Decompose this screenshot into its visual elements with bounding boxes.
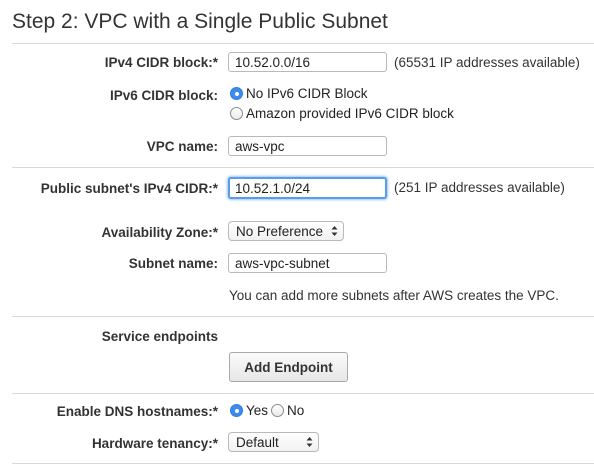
dns-yes-radio[interactable] — [230, 404, 243, 417]
public-subnet-cidr-label: Public subnet's IPv4 CIDR:* — [40, 181, 218, 196]
title-divider — [12, 43, 594, 44]
dns-option-yes[interactable]: Yes — [230, 403, 268, 418]
availability-zone-value: No Preference — [236, 223, 324, 239]
hardware-tenancy-select[interactable]: Default — [228, 432, 319, 452]
subnet-info-note: You can add more subnets after AWS creat… — [229, 288, 559, 303]
bottom-divider — [12, 463, 594, 464]
add-endpoint-button[interactable]: Add Endpoint — [229, 352, 348, 382]
ipv4-cidr-label: IPv4 CIDR block:* — [104, 55, 218, 70]
dns-hostnames-label: Enable DNS hostnames:* — [56, 404, 218, 419]
ipv6-option-none[interactable]: No IPv6 CIDR Block — [230, 86, 368, 101]
section-divider — [12, 167, 594, 168]
ipv6-cidr-label: IPv6 CIDR block: — [109, 88, 218, 103]
hardware-tenancy-value: Default — [236, 434, 279, 450]
dns-no-label: No — [287, 403, 305, 418]
availability-zone-label: Availability Zone:* — [101, 225, 218, 240]
dns-yes-label: Yes — [246, 403, 269, 418]
ipv6-none-label: No IPv6 CIDR Block — [246, 86, 368, 101]
section-divider — [12, 316, 594, 317]
dns-option-no[interactable]: No — [271, 403, 304, 418]
subnet-name-input[interactable] — [228, 253, 387, 273]
dns-no-radio[interactable] — [271, 404, 284, 417]
vpc-name-input[interactable] — [228, 136, 387, 156]
subnet-name-label: Subnet name: — [128, 256, 218, 271]
public-subnet-cidr-input[interactable] — [228, 177, 387, 199]
page-title: Step 2: VPC with a Single Public Subnet — [12, 10, 388, 33]
ipv4-cidr-note: (65531 IP addresses available) — [394, 55, 580, 70]
availability-zone-select[interactable]: No Preference — [228, 221, 344, 241]
vpc-name-label: VPC name: — [146, 139, 218, 154]
ipv6-none-radio[interactable] — [230, 87, 243, 100]
ipv6-amazon-radio[interactable] — [230, 107, 243, 120]
ipv6-amazon-label: Amazon provided IPv6 CIDR block — [246, 106, 454, 121]
select-arrows-icon — [331, 226, 338, 236]
select-arrows-icon — [306, 437, 313, 447]
public-subnet-cidr-note: (251 IP addresses available) — [394, 180, 565, 195]
service-endpoints-label: Service endpoints — [101, 329, 218, 344]
ipv4-cidr-input[interactable] — [228, 52, 387, 72]
hardware-tenancy-label: Hardware tenancy:* — [91, 436, 218, 451]
ipv6-option-amazon[interactable]: Amazon provided IPv6 CIDR block — [230, 106, 454, 121]
section-divider — [12, 393, 594, 394]
